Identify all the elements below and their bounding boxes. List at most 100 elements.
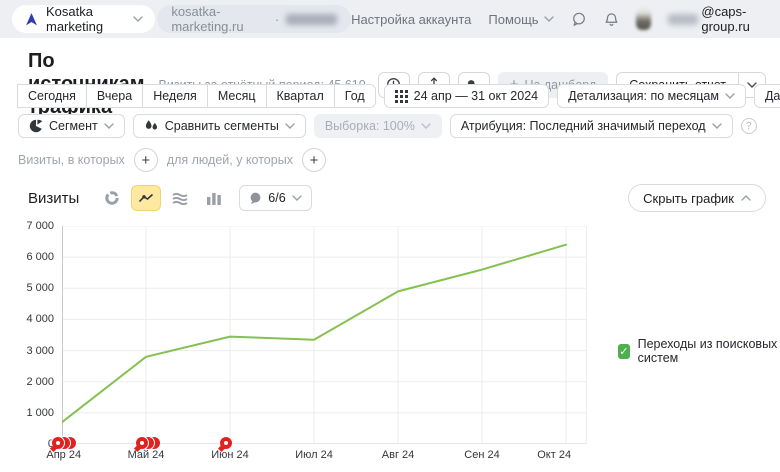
period-presets: СегодняВчераНеделяМесяцКварталГод — [18, 84, 376, 108]
segment-button[interactable]: Сегмент — [18, 114, 125, 138]
user-email[interactable]: @caps-group.ru — [668, 4, 768, 34]
comment-marker-dot — [224, 441, 228, 445]
avatar[interactable] — [636, 8, 652, 30]
comment-marker[interactable] — [135, 436, 149, 450]
detalization-label: Детализация: по месяцам — [568, 89, 719, 103]
column-chart-icon — [207, 192, 221, 205]
date-range-button[interactable]: 24 апр — 31 окт 2024 — [384, 84, 549, 108]
y-axis-tick: 1 000 — [26, 407, 54, 419]
visits-line-chart[interactable] — [62, 226, 587, 444]
chevron-down-icon — [285, 123, 295, 129]
period-preset-button[interactable]: Месяц — [207, 84, 267, 108]
help-menu[interactable]: Помощь — [488, 12, 553, 27]
hide-chart-label: Скрыть график — [643, 191, 734, 206]
segment-filter-row: Сегмент Сравнить сегменты Выборка: 100% … — [18, 114, 757, 138]
y-axis-tick: 5 000 — [26, 282, 54, 294]
comment-marker-dot — [140, 441, 144, 445]
data-robots-label: Данные: с роботами — [765, 89, 780, 103]
comment-marker[interactable] — [219, 436, 233, 450]
compare-segments-button[interactable]: Сравнить сегменты — [133, 114, 306, 138]
help-question-icon[interactable]: ? — [741, 118, 757, 134]
x-axis-tick: Июл 24 — [295, 449, 333, 461]
legend-checkbox[interactable]: ✓ — [618, 344, 630, 359]
visits-filter-label: Визиты, в которых — [18, 153, 125, 167]
x-axis-tick: Окт 24 — [537, 449, 571, 461]
chevron-down-icon — [421, 123, 431, 129]
area-chart-icon — [172, 192, 188, 205]
legend-label: Переходы из поисковых систем — [638, 337, 780, 365]
pie-segment-icon — [29, 119, 43, 133]
period-preset-button[interactable]: Квартал — [266, 84, 335, 108]
chevron-down-icon — [725, 93, 735, 99]
period-preset-button[interactable]: Вчера — [86, 84, 143, 108]
comment-bubble-icon — [249, 192, 262, 205]
counter-domain: kosatka-marketing.ru — [171, 4, 268, 34]
x-axis-tick: Авг 24 — [382, 449, 414, 461]
chevron-down-icon — [104, 123, 114, 129]
chart-legend: ✓ Переходы из поисковых систем — [618, 337, 780, 365]
period-preset-button[interactable]: Неделя — [142, 84, 208, 108]
comments-dropdown[interactable]: 6/6 — [239, 185, 311, 211]
chevron-down-icon — [133, 16, 143, 22]
sampling-select[interactable]: Выборка: 100% — [314, 114, 442, 138]
chevron-up-icon — [741, 195, 751, 201]
account-settings-link[interactable]: Настройка аккаунта — [351, 12, 471, 27]
counter-id-redacted — [286, 14, 337, 25]
x-axis-labels: Апр 24Май 24Июн 24Июл 24Авг 24Сен 24Окт … — [62, 449, 592, 463]
filter-builder-row: Визиты, в которых + для людей, у которых… — [18, 148, 326, 172]
x-axis-tick: Июн 24 — [211, 449, 249, 461]
detalization-select[interactable]: Детализация: по месяцам — [557, 84, 746, 108]
column-chart-type-button[interactable] — [199, 185, 229, 211]
date-range-label: 24 апр — 31 окт 2024 — [414, 89, 538, 103]
top-bar: Kosatka marketing kosatka-marketing.ru ·… — [0, 0, 780, 38]
line-chart-icon — [138, 192, 154, 204]
y-axis-tick: 4 000 — [26, 313, 54, 325]
y-axis-tick: 7 000 — [26, 220, 54, 232]
calendar-grid-icon — [395, 90, 408, 103]
sampling-label: Выборка: 100% — [325, 119, 415, 133]
data-robots-select[interactable]: Данные: с роботами — [754, 84, 780, 108]
comment-marker[interactable] — [51, 436, 65, 450]
y-axis-tick: 6 000 — [26, 251, 54, 263]
chevron-down-icon — [712, 123, 722, 129]
compare-segments-icon — [144, 119, 159, 133]
x-axis-tick: Сен 24 — [464, 449, 499, 461]
donut-chart-icon — [104, 190, 120, 206]
people-filter-label: для людей, у которых — [167, 153, 293, 167]
period-preset-button[interactable]: Год — [334, 84, 376, 108]
x-axis-tick: Май 24 — [128, 449, 165, 461]
chart-header: Визиты 6/6 — [28, 184, 766, 212]
period-filter-row: СегодняВчераНеделяМесяцКварталГод 24 апр… — [18, 84, 780, 108]
counter-selector[interactable]: Kosatka marketing — [12, 5, 155, 33]
y-axis-labels: 01 0002 0003 0004 0005 0006 0007 000 — [0, 226, 54, 444]
email-prefix-redacted — [668, 14, 698, 25]
donut-chart-type-button[interactable] — [97, 185, 127, 211]
separator-dot: · — [275, 12, 279, 27]
hide-chart-button[interactable]: Скрыть график — [628, 184, 766, 212]
comment-marker-dot — [56, 441, 60, 445]
counter-domain-pill: kosatka-marketing.ru · — [157, 5, 351, 33]
metrica-logo-icon — [24, 12, 39, 27]
period-preset-button[interactable]: Сегодня — [17, 84, 87, 108]
segment-label: Сегмент — [49, 119, 98, 133]
attribution-select[interactable]: Атрибуция: Последний значимый переход — [450, 114, 733, 138]
metric-label: Визиты — [28, 190, 79, 207]
chart-type-switcher — [97, 185, 229, 211]
chevron-down-icon — [292, 195, 302, 201]
email-domain: @caps-group.ru — [701, 4, 768, 34]
comments-count: 6/6 — [268, 191, 285, 205]
help-label: Помощь — [488, 12, 538, 27]
chevron-down-icon — [544, 16, 554, 22]
y-axis-tick: 3 000 — [26, 345, 54, 357]
add-people-filter-button[interactable]: + — [302, 148, 326, 172]
compare-segments-label: Сравнить сегменты — [165, 119, 279, 133]
bell-icon[interactable] — [604, 12, 619, 27]
line-chart-type-button[interactable] — [131, 185, 161, 211]
add-visit-filter-button[interactable]: + — [134, 148, 158, 172]
area-chart-type-button[interactable] — [165, 185, 195, 211]
top-bar-right: Настройка аккаунта Помощь @caps-group.ru — [351, 4, 768, 34]
chat-icon[interactable] — [571, 12, 587, 27]
attribution-label: Атрибуция: Последний значимый переход — [461, 119, 706, 133]
y-axis-tick: 2 000 — [26, 376, 54, 388]
counter-name: Kosatka marketing — [46, 4, 126, 34]
